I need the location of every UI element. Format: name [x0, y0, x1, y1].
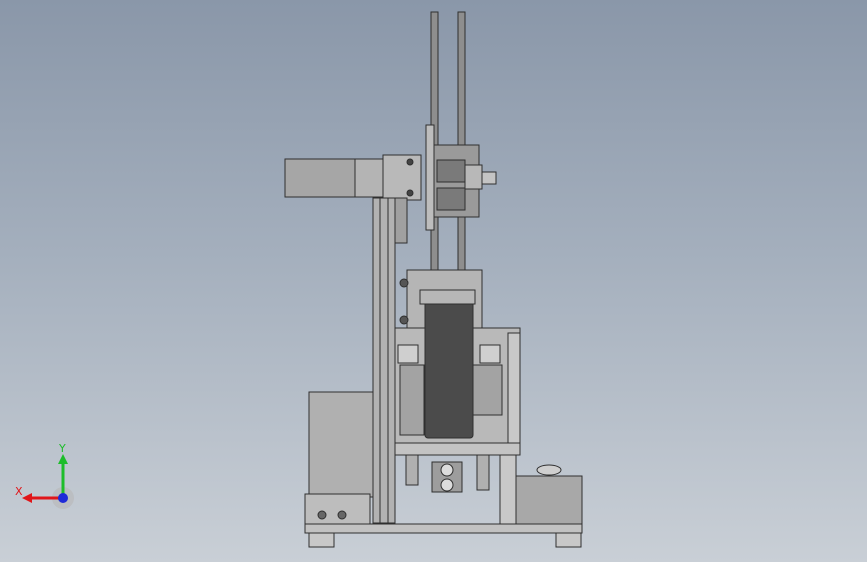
y-axis-label: Y — [58, 442, 66, 455]
motor-cylinder — [284, 158, 356, 198]
machine-model[interactable] — [284, 11, 583, 548]
pulley-groove-bottom — [436, 187, 466, 211]
valve-port-1 — [317, 510, 327, 520]
mount-bolt-2 — [406, 189, 414, 197]
z-axis-dot — [58, 493, 68, 503]
aux-knob — [536, 464, 562, 476]
pulley-disc — [425, 124, 435, 231]
roller-cap — [419, 289, 476, 305]
cad-viewport[interactable] — [0, 0, 867, 562]
carriage-bolt-2 — [399, 315, 409, 325]
dark-roller — [424, 299, 474, 439]
lower-mount-plate — [394, 442, 521, 456]
inner-block-right — [471, 364, 503, 416]
cam-wheel-1 — [440, 463, 454, 477]
housing-side-plate — [507, 332, 521, 444]
shaft-end — [481, 171, 497, 185]
linear-guide-left — [397, 344, 419, 364]
column-bracket — [394, 197, 408, 244]
control-box — [308, 391, 374, 498]
x-axis-label: X — [15, 485, 23, 498]
base-plate — [304, 523, 583, 534]
valve-port-2 — [337, 510, 347, 520]
lower-bolt-right — [476, 454, 490, 491]
vertical-column — [372, 197, 396, 524]
pulley-groove-top — [436, 159, 466, 183]
lower-bolt-left — [405, 454, 419, 486]
motor-mount-block — [382, 154, 422, 201]
valve-block — [304, 493, 371, 525]
linear-guide-right — [479, 344, 501, 364]
support-column — [499, 454, 517, 526]
foot-right — [555, 532, 582, 548]
shaft-collar — [464, 164, 483, 190]
motor-flange — [354, 158, 386, 198]
mount-bolt-1 — [406, 158, 414, 166]
inner-block-left — [399, 364, 425, 436]
cam-wheel-2 — [440, 478, 454, 492]
carriage-bolt-1 — [399, 278, 409, 288]
foot-left — [308, 532, 335, 548]
right-aux-box — [515, 475, 583, 525]
axis-triad: X Y — [15, 442, 74, 509]
y-axis-arrow — [58, 454, 68, 464]
x-axis-arrow — [22, 493, 32, 503]
